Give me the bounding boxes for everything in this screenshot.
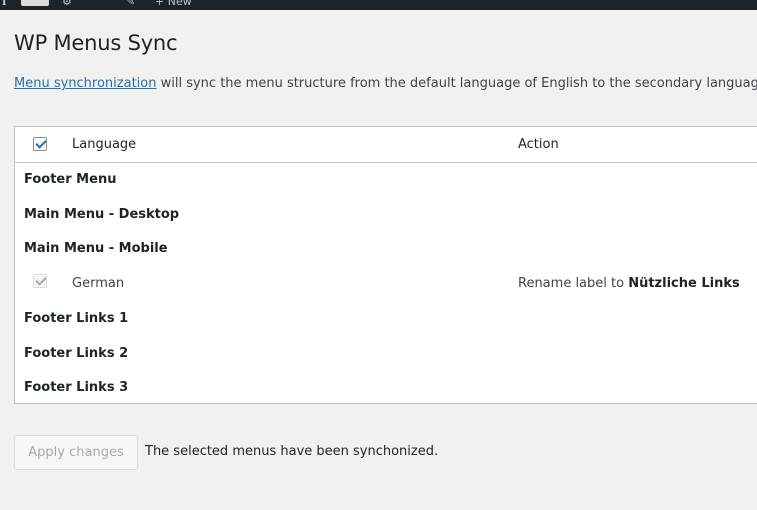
action-text: Rename label to Nützliche Links [518,276,740,291]
admin-bar-fragment[interactable]: ✎ [126,0,135,8]
menu-row-title: Main Menu - Desktop [24,207,180,222]
select-all-checkbox[interactable] [33,137,47,151]
menu-row-title: Footer Menu [24,172,117,187]
language-checkbox-german[interactable] [33,274,47,288]
admin-bar-fragment[interactable]: ℹ [2,0,6,8]
menus-table: Language Action Footer Menu Main Menu - … [14,126,757,404]
action-prefix: Rename label to [518,276,629,291]
table-header: Language Action [15,127,757,163]
intro-text: Menu synchronization will sync the menu … [14,76,757,91]
menu-row-title: Footer Links 3 [24,380,129,395]
admin-bar-fragment[interactable]: ⚙ [62,0,72,8]
column-language: Language [72,137,137,152]
menu-sync-link[interactable]: Menu synchronization [14,76,156,91]
intro-description: will sync the menu structure from the de… [156,76,757,91]
admin-bar-badge[interactable] [21,0,49,6]
sync-notice: The selected menus have been synchonized… [145,444,439,459]
menu-row-title: Footer Links 1 [24,311,129,326]
column-action: Action [518,137,559,152]
action-value: Nützliche Links [628,276,740,291]
apply-changes-button[interactable]: Apply changes [14,435,138,470]
menu-row-title: Main Menu - Mobile [24,241,168,256]
menu-row-title: Footer Links 2 [24,346,129,361]
admin-bar-new[interactable]: + New [155,0,192,8]
page-title: WP Menus Sync [14,31,178,55]
admin-bar: ℹ ⚙ ✎ + New [0,0,757,10]
language-label-german: German [72,276,125,291]
